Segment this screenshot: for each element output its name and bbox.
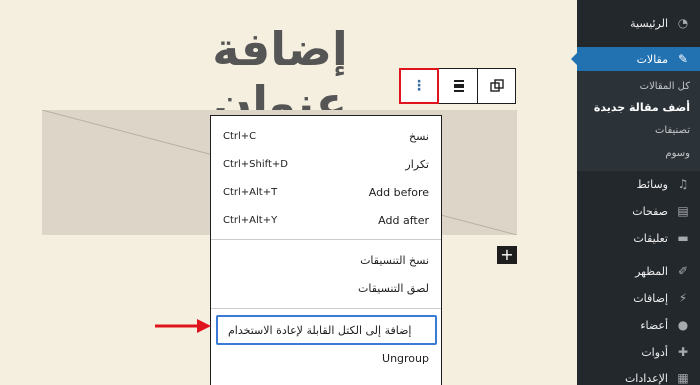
shortcut-text: Ctrl+Shift+D — [223, 158, 288, 170]
menu-item-duplicate[interactable]: Ctrl+Shift+D تكرار — [211, 150, 441, 178]
sidebar-item-label: تعليقات — [633, 231, 668, 245]
menu-item-paste-styles[interactable]: لصق التنسيقات — [211, 274, 441, 302]
submenu-item-all-posts[interactable]: كل المقالات — [577, 81, 700, 92]
sidebar-item-label: أدوات — [641, 345, 668, 359]
media-icon: ♫ — [677, 177, 689, 191]
sidebar-item-label: صفحات — [632, 204, 668, 218]
sidebar-item-tools[interactable]: ✚ أدوات — [577, 339, 700, 365]
sidebar-item-comments[interactable]: ▬ تعليقات — [577, 225, 700, 251]
block-options-menu: Ctrl+C نسخ Ctrl+Shift+D تكرار Ctrl+Alt+T… — [210, 115, 442, 385]
sidebar-item-pages[interactable]: ▤ صفحات — [577, 198, 700, 224]
menu-item-ungroup[interactable]: Ungroup — [211, 344, 441, 372]
submenu-item-tags[interactable]: وسوم — [577, 148, 700, 159]
sidebar-item-label: أعضاء — [640, 318, 668, 332]
menu-item-label: نسخ التنسيقات — [360, 253, 429, 267]
sidebar-item-users[interactable]: ● أعضاء — [577, 312, 700, 338]
paintbrush-icon: ✐ — [677, 264, 689, 278]
block-toolbar: ⋮ — [399, 68, 516, 104]
add-block-button[interactable]: + — [497, 246, 517, 264]
menu-separator — [211, 239, 441, 240]
shortcut-text: Ctrl+C — [223, 130, 257, 142]
user-icon: ● — [677, 318, 689, 332]
block-transform-button[interactable] — [478, 69, 516, 103]
posts-submenu: كل المقالات أضف مقالة جديدة تصنيفات وسوم — [577, 71, 700, 171]
menu-item-copy[interactable]: Ctrl+C نسخ — [211, 122, 441, 150]
admin-sidebar: ◔ الرئيسية ✎ مقالات كل المقالات أضف مقال… — [571, 0, 700, 385]
align-center-icon — [453, 80, 464, 92]
menu-item-copy-styles[interactable]: نسخ التنسيقات — [211, 246, 441, 274]
menu-separator — [211, 308, 441, 309]
sidebar-item-plugins[interactable]: ⚡ إضافات — [577, 285, 700, 311]
red-pointer-arrow-icon — [155, 319, 211, 333]
submenu-item-categories[interactable]: تصنيفات — [577, 125, 700, 136]
sidebar-item-home[interactable]: ◔ الرئيسية — [577, 10, 700, 36]
menu-item-add-to-reusable[interactable]: إضافة إلى الكتل القابلة لإعادة الاستخدام — [216, 315, 437, 345]
vertical-ellipsis-icon: ⋮ — [412, 78, 426, 94]
group-icon — [490, 79, 504, 92]
plugin-icon: ⚡ — [678, 291, 688, 305]
menu-item-label: لصق التنسيقات — [357, 281, 429, 295]
sidebar-item-label: الإعدادات — [624, 371, 668, 385]
shortcut-text: Ctrl+Alt+Y — [223, 214, 278, 226]
shortcut-text: Ctrl+Alt+T — [223, 186, 278, 198]
submenu-item-add-new[interactable]: أضف مقالة جديدة — [577, 101, 700, 114]
menu-item-label: Ungroup — [382, 351, 429, 365]
pin-icon: ✎ — [677, 52, 689, 66]
settings-icon: ▦ — [677, 371, 689, 385]
menu-item-label: Add before — [368, 185, 429, 199]
menu-item-add-before[interactable]: Ctrl+Alt+T Add before — [211, 178, 441, 206]
more-options-button[interactable]: ⋮ — [399, 68, 439, 104]
comments-icon: ▬ — [677, 231, 689, 245]
pages-icon: ▤ — [677, 204, 689, 218]
align-button[interactable] — [440, 69, 478, 103]
dashboard-icon: ◔ — [677, 16, 689, 30]
sidebar-item-label: مقالات — [636, 52, 668, 66]
sidebar-item-settings[interactable]: ▦ الإعدادات — [577, 365, 700, 385]
editor-canvas: إضافة عنوان + ⋮ Ctrl+C نسخ Ctrl+Shift+D … — [0, 0, 577, 385]
sidebar-item-media[interactable]: ♫ وسائط — [577, 171, 700, 197]
menu-item-label: Add after — [378, 213, 429, 227]
wrench-icon: ✚ — [677, 345, 689, 359]
sidebar-item-label: الرئيسية — [630, 16, 668, 30]
sidebar-item-label: المظهر — [635, 264, 668, 278]
menu-item-add-after[interactable]: Ctrl+Alt+Y Add after — [211, 206, 441, 234]
active-indicator — [571, 52, 578, 66]
sidebar-item-label: وسائط — [636, 177, 668, 191]
menu-item-label: نسخ — [409, 129, 429, 143]
sidebar-item-appearance[interactable]: ✐ المظهر — [577, 258, 700, 284]
sidebar-item-posts[interactable]: ✎ مقالات — [571, 47, 700, 71]
sidebar-item-label: إضافات — [633, 291, 668, 305]
menu-item-label: تكرار — [405, 157, 429, 171]
